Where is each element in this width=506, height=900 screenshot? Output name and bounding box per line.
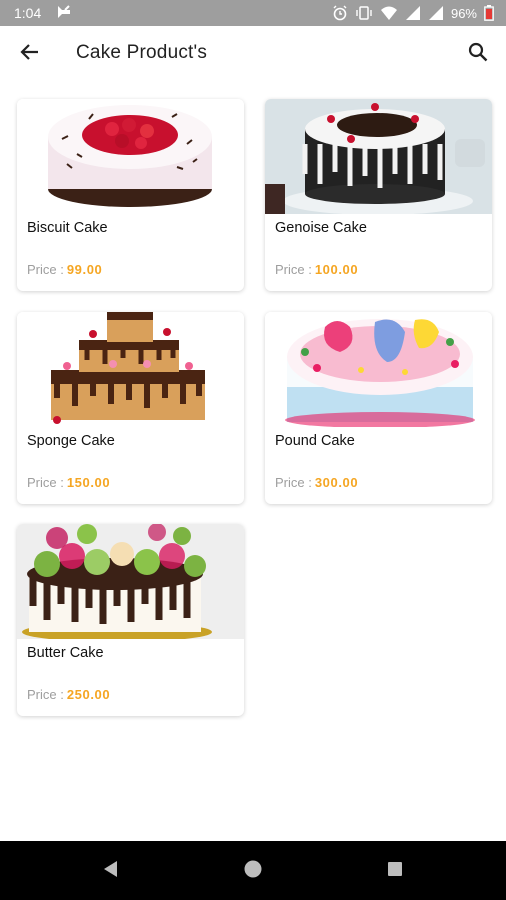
nav-recents-button[interactable] (382, 858, 408, 884)
product-card-sponge-cake[interactable]: Sponge Cake Price :150.00 (17, 312, 244, 504)
home-circle-icon (242, 858, 264, 885)
recents-square-icon (386, 860, 404, 883)
product-card-genoise-cake[interactable]: Genoise Cake Price :100.00 (265, 99, 492, 291)
nav-home-button[interactable] (240, 858, 266, 884)
product-card-biscuit-cake[interactable]: Biscuit Cake Price :99.00 (17, 99, 244, 291)
product-price: Price :150.00 (27, 475, 110, 490)
product-name: Biscuit Cake (27, 220, 108, 236)
battery-percent: 96% (450, 5, 477, 21)
price-label: Price : (27, 262, 64, 277)
arrow-left-icon (20, 42, 40, 67)
product-name: Butter Cake (27, 645, 104, 661)
search-button[interactable] (462, 38, 494, 70)
back-triangle-icon (101, 859, 119, 884)
page-title: Cake Product's (76, 42, 208, 63)
product-name: Sponge Cake (27, 433, 115, 449)
back-button[interactable] (14, 38, 46, 70)
product-name: Genoise Cake (275, 220, 367, 236)
signal-icon (428, 5, 444, 21)
price-label: Price : (275, 475, 312, 490)
app-notification-icon (56, 4, 72, 20)
signal-icon (405, 5, 421, 21)
product-image (17, 524, 244, 639)
price-label: Price : (275, 262, 312, 277)
alarm-icon (332, 5, 348, 21)
price-value: 250.00 (66, 687, 111, 702)
status-bar: 1:04 96% (0, 0, 506, 26)
battery-icon (484, 5, 494, 21)
product-image (17, 99, 244, 214)
product-price: Price :250.00 (27, 687, 110, 702)
app-bar: Cake Product's (0, 26, 506, 82)
product-price: Price :100.00 (275, 262, 358, 277)
product-name: Pound Cake (275, 433, 355, 449)
system-nav-bar (0, 841, 506, 900)
price-value: 99.00 (66, 262, 103, 277)
product-image (17, 312, 244, 427)
wifi-icon (380, 5, 398, 21)
search-icon (468, 42, 488, 67)
product-price: Price :99.00 (27, 262, 102, 277)
status-time: 1:04 (14, 5, 42, 21)
product-card-pound-cake[interactable]: Pound Cake Price :300.00 (265, 312, 492, 504)
vibrate-icon (355, 5, 373, 21)
product-image (265, 312, 492, 427)
price-value: 150.00 (66, 475, 111, 490)
price-value: 300.00 (314, 475, 359, 490)
product-card-butter-cake[interactable]: Butter Cake Price :250.00 (17, 524, 244, 716)
product-price: Price :300.00 (275, 475, 358, 490)
price-label: Price : (27, 475, 64, 490)
price-value: 100.00 (314, 262, 359, 277)
product-image (265, 99, 492, 214)
price-label: Price : (27, 687, 64, 702)
nav-back-button[interactable] (97, 858, 123, 884)
